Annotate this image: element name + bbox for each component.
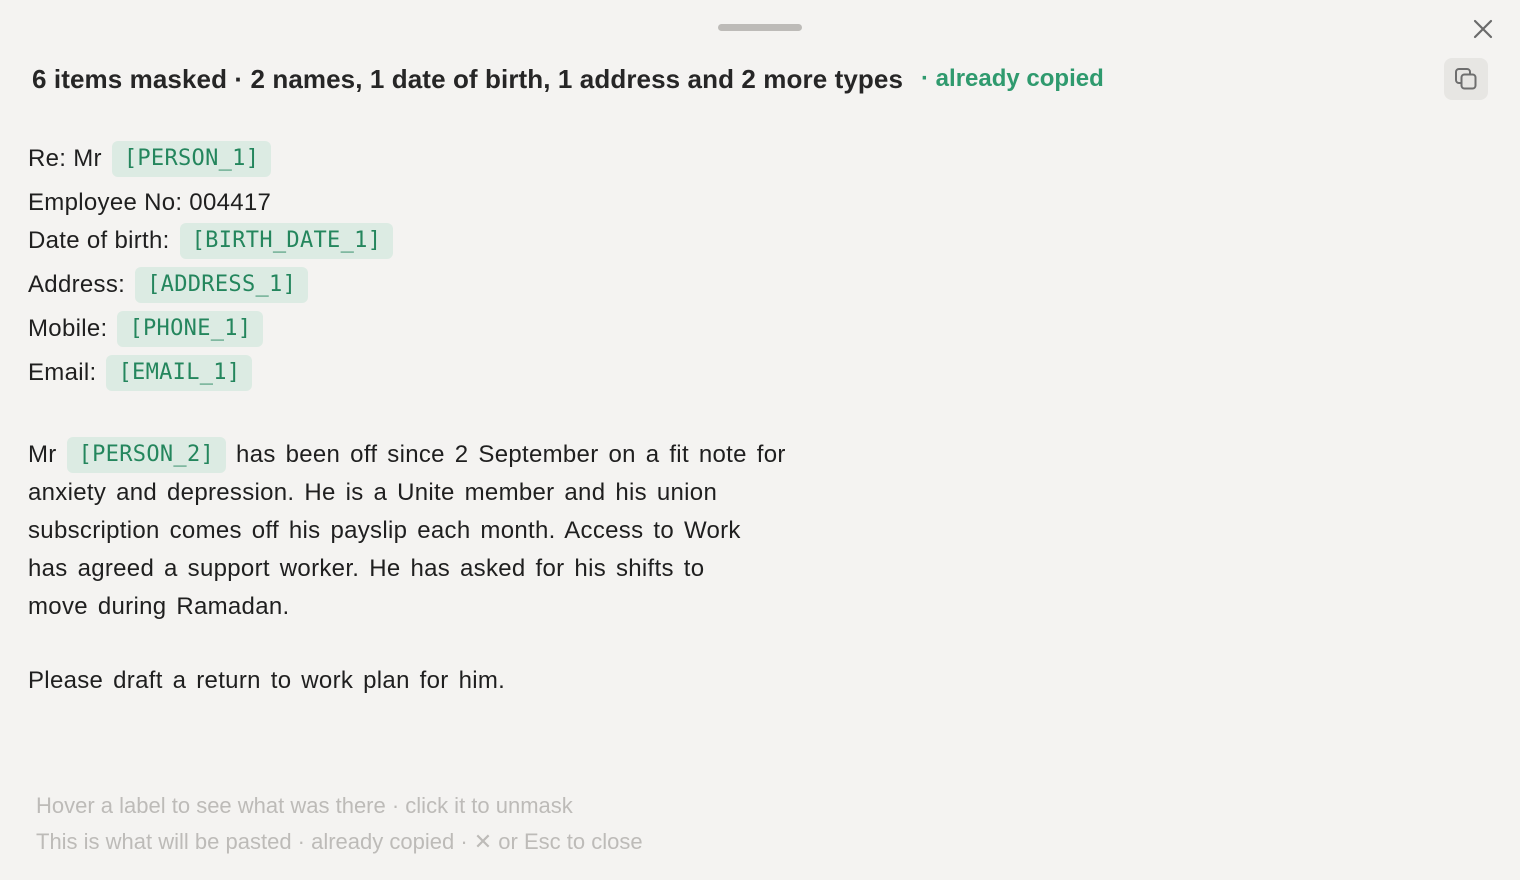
copy-button[interactable] (1444, 58, 1488, 100)
mask-tag-person-2[interactable]: [PERSON_2] (66, 437, 227, 473)
copied-status: · already copied (921, 65, 1104, 92)
field-employee-no: Employee No: 004417 (28, 184, 868, 222)
field-label: Email: (28, 359, 97, 386)
mask-tag-person-1[interactable]: [PERSON_1] (111, 141, 272, 177)
field-mobile: Mobile: [PHONE_1] (28, 310, 868, 348)
field-label: Mobile: (28, 315, 108, 342)
body-prefix: Mr (28, 441, 57, 468)
field-address: Address: [ADDRESS_1] (28, 266, 868, 304)
body-line-3: subscription comes off his payslip each … (28, 517, 741, 544)
copy-icon (1455, 68, 1477, 90)
field-email: Email: [EMAIL_1] (28, 354, 868, 392)
field-date-of-birth: Date of birth: [BIRTH_DATE_1] (28, 222, 868, 260)
field-label: Address: (28, 271, 126, 298)
body-line-1: Mr [PERSON_2] has been off since 2 Septe… (28, 436, 868, 474)
body-line-2: anxiety and depression. He is a Unite me… (28, 479, 718, 506)
field-label: Re: Mr (28, 145, 102, 172)
summary-header: 6 items masked · 2 names, 1 date of birt… (32, 60, 1104, 98)
field-label: Date of birth: (28, 227, 170, 254)
mask-summary: 6 items masked · 2 names, 1 date of birt… (32, 63, 904, 94)
body-paragraph: Mr [PERSON_2] has been off since 2 Septe… (28, 436, 868, 626)
request-line: Please draft a return to work plan for h… (28, 667, 506, 694)
close-icon (1473, 19, 1493, 39)
mask-tag-address-1[interactable]: [ADDRESS_1] (135, 267, 309, 303)
field-label: Employee No: 004417 (28, 189, 272, 216)
hover-hint: Hover a label to see what was there · cl… (36, 793, 573, 818)
body-text: has been off since 2 September on a fit … (236, 441, 786, 468)
mask-tag-phone-1[interactable]: [PHONE_1] (117, 311, 264, 347)
masked-text: Re: Mr [PERSON_1] Employee No: 004417 Da… (28, 140, 868, 700)
mask-tag-birth-date-1[interactable]: [BIRTH_DATE_1] (179, 223, 394, 259)
body-line-5: move during Ramadan. (28, 593, 290, 620)
mask-tag-email-1[interactable]: [EMAIL_1] (106, 355, 253, 391)
footer-hints: Hover a label to see what was there · cl… (36, 788, 643, 860)
close-button[interactable] (1466, 12, 1500, 46)
body-line-4: has agreed a support worker. He has aske… (28, 555, 705, 582)
drag-handle[interactable] (718, 24, 802, 31)
paste-note: This is what will be pasted · already co… (36, 829, 643, 854)
masked-preview-panel: 6 items masked · 2 names, 1 date of birt… (0, 0, 1520, 880)
field-re: Re: Mr [PERSON_1] (28, 140, 868, 178)
